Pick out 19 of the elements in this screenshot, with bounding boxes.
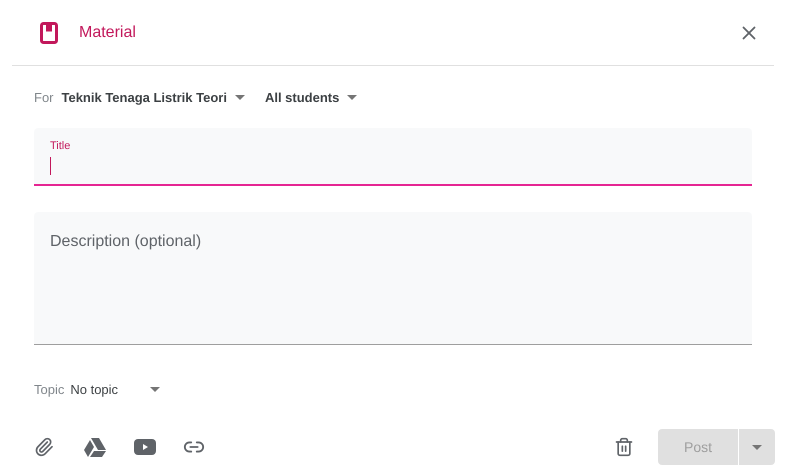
bookmark-icon xyxy=(40,22,58,44)
title-field[interactable]: Title xyxy=(34,128,752,186)
delete-icon[interactable] xyxy=(614,437,634,457)
attach-icon[interactable] xyxy=(34,437,54,457)
dialog-title: Material xyxy=(79,22,136,42)
caret-icon xyxy=(347,95,358,100)
title-label: Title xyxy=(50,138,72,154)
text-cursor xyxy=(50,157,51,175)
topic-dropdown[interactable]: No topic xyxy=(70,380,160,399)
caret-icon xyxy=(150,386,160,392)
students-dropdown[interactable]: All students xyxy=(264,88,358,108)
triangle-logo-icon[interactable] xyxy=(84,438,106,456)
caret-icon xyxy=(752,444,762,450)
topic-label: Topic xyxy=(34,380,64,399)
video-icon[interactable] xyxy=(134,439,156,455)
class-dropdown[interactable]: Teknik Tenaga Listrik Teori xyxy=(62,88,245,108)
caret-icon xyxy=(234,95,245,100)
description-field[interactable]: Description (optional) xyxy=(34,212,752,344)
for-label: For xyxy=(34,89,54,107)
